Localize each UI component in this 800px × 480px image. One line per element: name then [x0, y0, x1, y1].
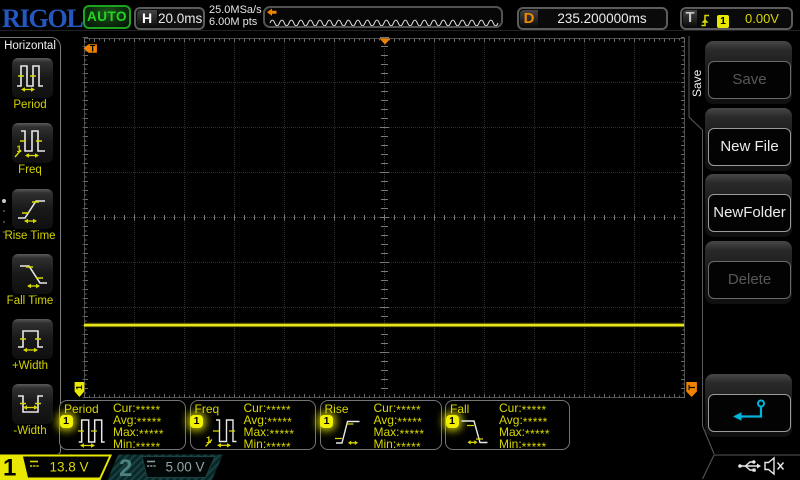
svg-text:5.00 V: 5.00 V	[165, 460, 204, 475]
svg-text:T: T	[90, 44, 96, 54]
svg-text:1: 1	[74, 385, 84, 390]
svg-text:2: 2	[119, 455, 132, 480]
svg-text:13.8 V: 13.8 V	[49, 460, 88, 475]
svg-text:1: 1	[3, 455, 16, 480]
